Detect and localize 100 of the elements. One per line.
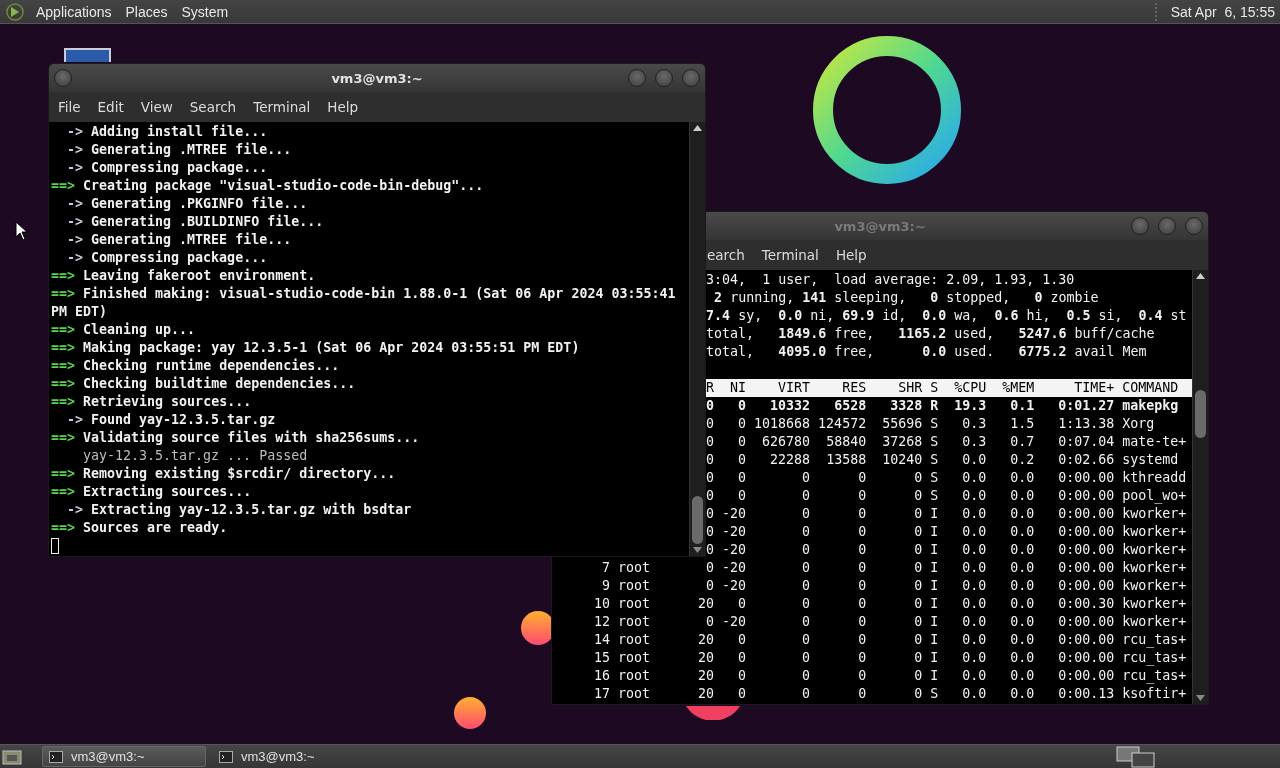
process-cell: 0.0 (1010, 542, 1035, 557)
process-cell: 0:01.27 (1058, 398, 1115, 413)
process-cell: 0.0 (1010, 578, 1035, 593)
process-cell: 0 (914, 614, 923, 629)
process-cell: 0 (738, 470, 747, 485)
process-cell: 0 (858, 524, 867, 539)
process-cell: 0 (914, 686, 923, 701)
menu-item[interactable]: Edit (97, 99, 124, 115)
process-cell: 58840 (826, 434, 867, 449)
process-cell: I (930, 632, 939, 647)
scrollbar[interactable] (1192, 270, 1208, 704)
close-button[interactable] (682, 69, 700, 87)
process-cell: 20 (698, 650, 715, 665)
workspace-switcher-icon[interactable] (1116, 745, 1156, 768)
process-cell: 3328 (890, 398, 923, 413)
terminal-line: total, 4095.0 free, 0.0 used. 6775.2 avail Mem (706, 344, 1147, 359)
terminal-line: -> Compressing package... (66, 249, 269, 267)
process-cell: 0.0 (962, 506, 987, 521)
task-button[interactable]: vm3@vm3:~ (42, 746, 206, 767)
process-cell: 0 (706, 398, 715, 413)
process-cell-text: ksoftir+ (1121, 685, 1187, 703)
column-header: VIRT (778, 380, 811, 395)
process-cell: S (930, 434, 939, 449)
window-title: vm3@vm3:~ (331, 70, 423, 86)
process-cell: 15 (594, 650, 611, 665)
process-cell: I (930, 560, 939, 575)
panel-menu[interactable]: Places (120, 3, 173, 20)
process-cell: 13588 (826, 452, 867, 467)
process-cell: 0.0 (1010, 596, 1035, 611)
scroll-down-icon[interactable] (693, 547, 702, 553)
minimize-button[interactable] (628, 69, 646, 87)
menu-item[interactable]: Help (835, 247, 867, 263)
menu-item[interactable]: File (58, 99, 81, 115)
process-cell: 0 (802, 632, 811, 647)
process-cell: -20 (722, 560, 747, 575)
process-cell: 0 (706, 614, 715, 629)
scrollbar[interactable] (689, 122, 705, 556)
terminal-icon (219, 750, 233, 763)
menu-item[interactable]: Terminal (761, 247, 819, 263)
process-cell-text: Xorg (1121, 415, 1155, 433)
process-cell: 0.2 (1010, 452, 1035, 467)
process-cell: 0 (802, 506, 811, 521)
process-cell: 0 (858, 560, 867, 575)
process-cell: 16 (594, 668, 611, 683)
process-cell: root (618, 596, 651, 611)
column-header: SHR (898, 380, 923, 395)
process-cell: 0 (858, 632, 867, 647)
scroll-up-icon[interactable] (693, 125, 702, 131)
process-cell: 0 (738, 398, 747, 413)
window-menu-button[interactable] (54, 69, 72, 87)
maximize-button[interactable] (655, 69, 673, 87)
scroll-thumb[interactable] (692, 496, 703, 544)
maximize-button[interactable] (1158, 217, 1176, 235)
process-cell: 0 (738, 596, 747, 611)
menu-item[interactable]: Help (327, 99, 359, 115)
terminal-line: ==> Cleaning up... (51, 321, 197, 339)
process-cell: 0.0 (1010, 560, 1035, 575)
process-cell: root (618, 614, 651, 629)
process-cell: 55696 (882, 416, 923, 431)
menu-item[interactable]: earch (707, 247, 745, 263)
scroll-down-icon[interactable] (1196, 695, 1205, 701)
process-cell-text: kworker+ (1121, 523, 1187, 541)
panel-menu[interactable]: System (176, 3, 234, 20)
process-cell: 0 (802, 686, 811, 701)
window-title: vm3@vm3:~ (834, 218, 926, 234)
menu-item[interactable]: View (140, 99, 173, 115)
scroll-up-icon[interactable] (1196, 273, 1205, 279)
clock[interactable]: Sat Apr 6, 15:55 (1170, 3, 1275, 20)
process-cell: 0 (706, 542, 715, 557)
process-cell: I (930, 614, 939, 629)
show-desktop-icon[interactable] (2, 747, 22, 766)
process-cell: 20 (698, 668, 715, 683)
process-cell: 1018668 (754, 416, 811, 431)
menu-item[interactable]: Search (189, 99, 237, 115)
menu-item[interactable]: Terminal (253, 99, 311, 115)
process-cell: I (930, 668, 939, 683)
close-button[interactable] (1185, 217, 1203, 235)
process-cell: 0.0 (1010, 524, 1035, 539)
process-cell-text: mate-te+ (1121, 433, 1187, 451)
process-cell: 0.0 (962, 488, 987, 503)
terminal-line: 3:04, 1 user, load average: 2.09, 1.93, 1.30 (706, 272, 1075, 287)
process-cell: 0 (738, 452, 747, 467)
process-cell: -20 (722, 506, 747, 521)
panel-menu[interactable]: Applications (31, 3, 117, 20)
process-cell: 0.0 (962, 578, 987, 593)
process-cell-text: pool_wo+ (1121, 487, 1187, 505)
process-cell: root (618, 632, 651, 647)
terminal-line: ==> Retrieving sources... (51, 393, 253, 411)
process-cell: 0.0 (962, 542, 987, 557)
process-cell: 17 (594, 686, 611, 701)
scroll-thumb[interactable] (1195, 390, 1206, 438)
text-cursor (51, 538, 59, 554)
process-cell: 0.0 (962, 524, 987, 539)
column-header: R (706, 380, 715, 395)
process-cell: 0 (802, 542, 811, 557)
task-button[interactable]: vm3@vm3:~ (212, 746, 376, 767)
process-cell: R (930, 398, 939, 413)
logo-icon[interactable] (5, 1, 27, 22)
minimize-button[interactable] (1131, 217, 1149, 235)
process-cell: 0 (914, 470, 923, 485)
